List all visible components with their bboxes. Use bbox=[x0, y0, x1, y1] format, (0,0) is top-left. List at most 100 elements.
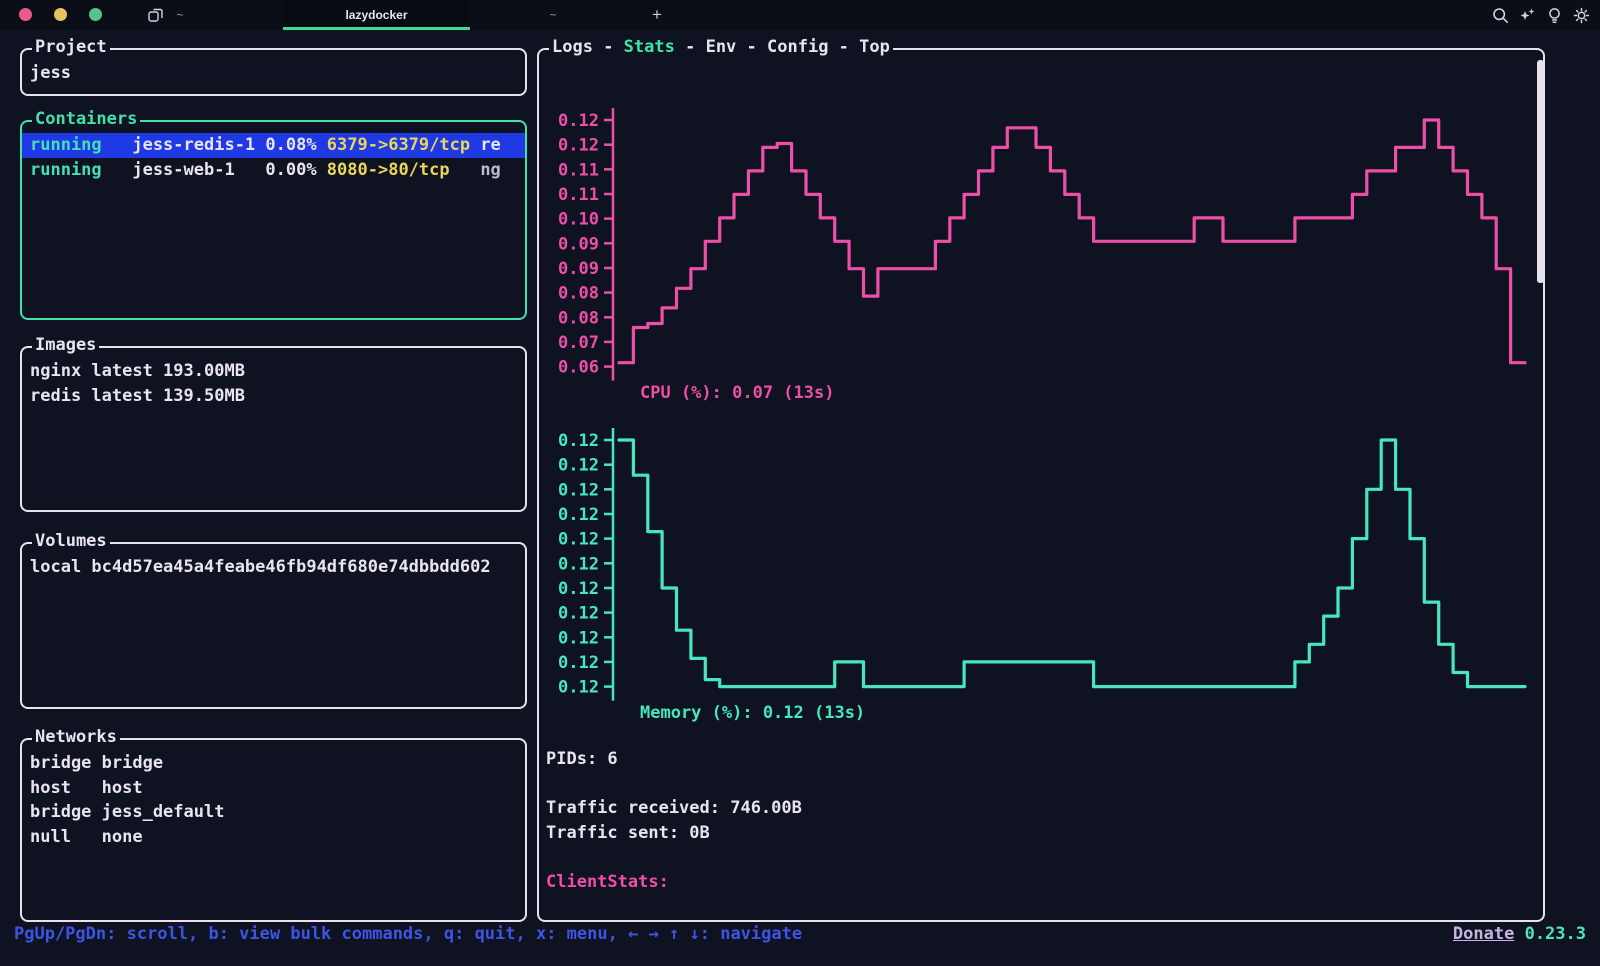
pids-line: PIDs: 6 bbox=[546, 749, 618, 769]
container-cpu: 0.08% bbox=[265, 135, 326, 155]
container-status: running bbox=[30, 160, 132, 180]
image-tag: latest bbox=[91, 386, 163, 406]
container-image: re bbox=[480, 135, 500, 155]
image-size: 139.50MB bbox=[163, 386, 245, 406]
networks-panel[interactable]: Networks bridge bridge host host bridge … bbox=[20, 738, 527, 922]
search-icon[interactable] bbox=[1492, 7, 1509, 24]
volume-row[interactable]: local bc4d57ea45a4feabe46fb94df680e74dbb… bbox=[22, 555, 525, 580]
volumes-panel[interactable]: Volumes local bc4d57ea45a4feabe46fb94df6… bbox=[20, 542, 527, 709]
tab-env[interactable]: Env bbox=[706, 37, 737, 57]
svg-text:0.08: 0.08 bbox=[558, 308, 599, 328]
network-name: bridge bbox=[102, 753, 163, 773]
image-size: 193.00MB bbox=[163, 361, 245, 381]
svg-text:0.12: 0.12 bbox=[558, 678, 599, 698]
network-driver: null bbox=[30, 827, 102, 847]
images-panel[interactable]: Images nginx latest 193.00MB redis lates… bbox=[20, 346, 527, 512]
zoom-button[interactable] bbox=[89, 8, 102, 21]
network-row-none[interactable]: null none bbox=[22, 825, 525, 850]
active-tab-indicator bbox=[283, 27, 470, 30]
svg-text:0.11: 0.11 bbox=[558, 185, 599, 205]
containers-panel[interactable]: Containers running jess-redis-1 0.08% 63… bbox=[20, 120, 527, 320]
tab-config[interactable]: Config bbox=[767, 37, 828, 57]
minimize-button[interactable] bbox=[54, 8, 67, 21]
terminal-window: ~ lazydocker ~ + bbox=[0, 0, 1600, 966]
sparkles-icon[interactable] bbox=[1519, 7, 1536, 24]
svg-text:0.10: 0.10 bbox=[558, 210, 599, 230]
project-panel[interactable]: Project jess bbox=[20, 48, 527, 96]
svg-text:0.12: 0.12 bbox=[558, 456, 599, 476]
svg-text:0.12: 0.12 bbox=[558, 530, 599, 550]
close-button[interactable] bbox=[19, 8, 32, 21]
image-row-redis[interactable]: redis latest 139.50MB bbox=[22, 384, 525, 409]
volume-name: bc4d57ea45a4feabe46fb94df680e74dbbdd602 bbox=[91, 557, 490, 577]
panel-title: Images bbox=[32, 335, 99, 355]
tab-home-2[interactable]: ~ bbox=[500, 0, 606, 30]
panel-title: Volumes bbox=[32, 531, 110, 551]
svg-text:0.12: 0.12 bbox=[558, 136, 599, 156]
svg-text:0.11: 0.11 bbox=[558, 160, 599, 180]
tab-stats[interactable]: Stats bbox=[624, 37, 675, 57]
container-row-jess-web-1[interactable]: running jess-web-1 0.00% 8080->80/tcp ng bbox=[22, 158, 525, 183]
new-tab-button[interactable]: + bbox=[630, 0, 684, 30]
container-ports: 8080->80/tcp bbox=[327, 160, 481, 180]
traffic-received-line: Traffic received: 746.00B bbox=[546, 798, 802, 818]
network-row-jess-default[interactable]: bridge jess_default bbox=[22, 800, 525, 825]
svg-text:0.12: 0.12 bbox=[558, 480, 599, 500]
tab-separator: - bbox=[736, 37, 767, 57]
panel-title: Networks bbox=[32, 727, 120, 747]
svg-text:0.12: 0.12 bbox=[558, 431, 599, 451]
svg-text:0.09: 0.09 bbox=[558, 259, 599, 279]
network-name: jess_default bbox=[102, 802, 225, 822]
container-image: ng bbox=[480, 160, 500, 180]
svg-text:0.12: 0.12 bbox=[558, 653, 599, 673]
titlebar-actions bbox=[1492, 0, 1590, 30]
panel-title: Project bbox=[32, 37, 110, 57]
svg-text:0.12: 0.12 bbox=[558, 111, 599, 131]
container-name: jess-redis-1 bbox=[132, 135, 265, 155]
image-tag: latest bbox=[91, 361, 163, 381]
image-repo: nginx bbox=[30, 361, 91, 381]
svg-text:0.07: 0.07 bbox=[558, 333, 599, 353]
panel-title: Containers bbox=[32, 109, 140, 129]
stats-scrollbar-thumb[interactable] bbox=[1537, 60, 1544, 283]
keybindings-help: PgUp/PgDn: scroll, b: view bulk commands… bbox=[14, 924, 802, 944]
container-cpu: 0.00% bbox=[265, 160, 326, 180]
container-row-jess-redis-1[interactable]: running jess-redis-1 0.08% 6379->6379/tc… bbox=[22, 133, 525, 158]
cpu-usage-chart: 0.12 0.12 0.11 0.11 0.10 0.09 0.09 0.08 0.08 0.07… bbox=[545, 100, 1530, 404]
svg-text:0.12: 0.12 bbox=[558, 505, 599, 525]
status-bar-right: Donate 0.23.3 bbox=[1453, 924, 1586, 944]
svg-text:0.12: 0.12 bbox=[558, 628, 599, 648]
image-row-nginx[interactable]: nginx latest 193.00MB bbox=[22, 359, 525, 384]
svg-text:0.06: 0.06 bbox=[558, 358, 599, 378]
network-driver: bridge bbox=[30, 753, 102, 773]
bulb-icon[interactable] bbox=[1546, 7, 1563, 24]
titlebar: ~ lazydocker ~ + bbox=[0, 0, 1600, 30]
donate-link[interactable]: Donate bbox=[1453, 924, 1514, 944]
svg-text:Memory (%): 0.12 (13s): Memory (%): 0.12 (13s) bbox=[640, 703, 865, 723]
memory-usage-chart: 0.12 0.12 0.12 0.12 0.12 0.12 0.12 0.12 0.12 0.12… bbox=[545, 420, 1530, 724]
network-name: host bbox=[102, 778, 143, 798]
svg-text:0.12: 0.12 bbox=[558, 554, 599, 574]
tab-separator: - bbox=[593, 37, 624, 57]
network-row-bridge[interactable]: bridge bridge bbox=[22, 751, 525, 776]
tab-home-1[interactable]: ~ bbox=[130, 0, 230, 30]
svg-text:0.12: 0.12 bbox=[558, 604, 599, 624]
container-name: jess-web-1 bbox=[132, 160, 265, 180]
tab-separator: - bbox=[675, 37, 706, 57]
tab-logs[interactable]: Logs bbox=[552, 37, 593, 57]
container-ports: 6379->6379/tcp bbox=[327, 135, 481, 155]
tab-label: lazydocker bbox=[345, 8, 407, 22]
tab-label: + bbox=[652, 5, 662, 25]
network-row-host[interactable]: host host bbox=[22, 776, 525, 801]
gear-icon[interactable] bbox=[1573, 7, 1590, 24]
tab-lazydocker[interactable]: lazydocker bbox=[283, 0, 470, 30]
traffic-sent-line: Traffic sent: 0B bbox=[546, 823, 710, 843]
svg-text:0.09: 0.09 bbox=[558, 234, 599, 254]
tab-separator: - bbox=[828, 37, 859, 57]
tab-top[interactable]: Top bbox=[859, 37, 890, 57]
volume-driver: local bbox=[30, 557, 91, 577]
svg-text:0.08: 0.08 bbox=[558, 284, 599, 304]
tab-label: ~ bbox=[549, 8, 556, 22]
svg-text:CPU (%): 0.07 (13s): CPU (%): 0.07 (13s) bbox=[640, 383, 834, 403]
version-label: 0.23.3 bbox=[1525, 924, 1586, 944]
